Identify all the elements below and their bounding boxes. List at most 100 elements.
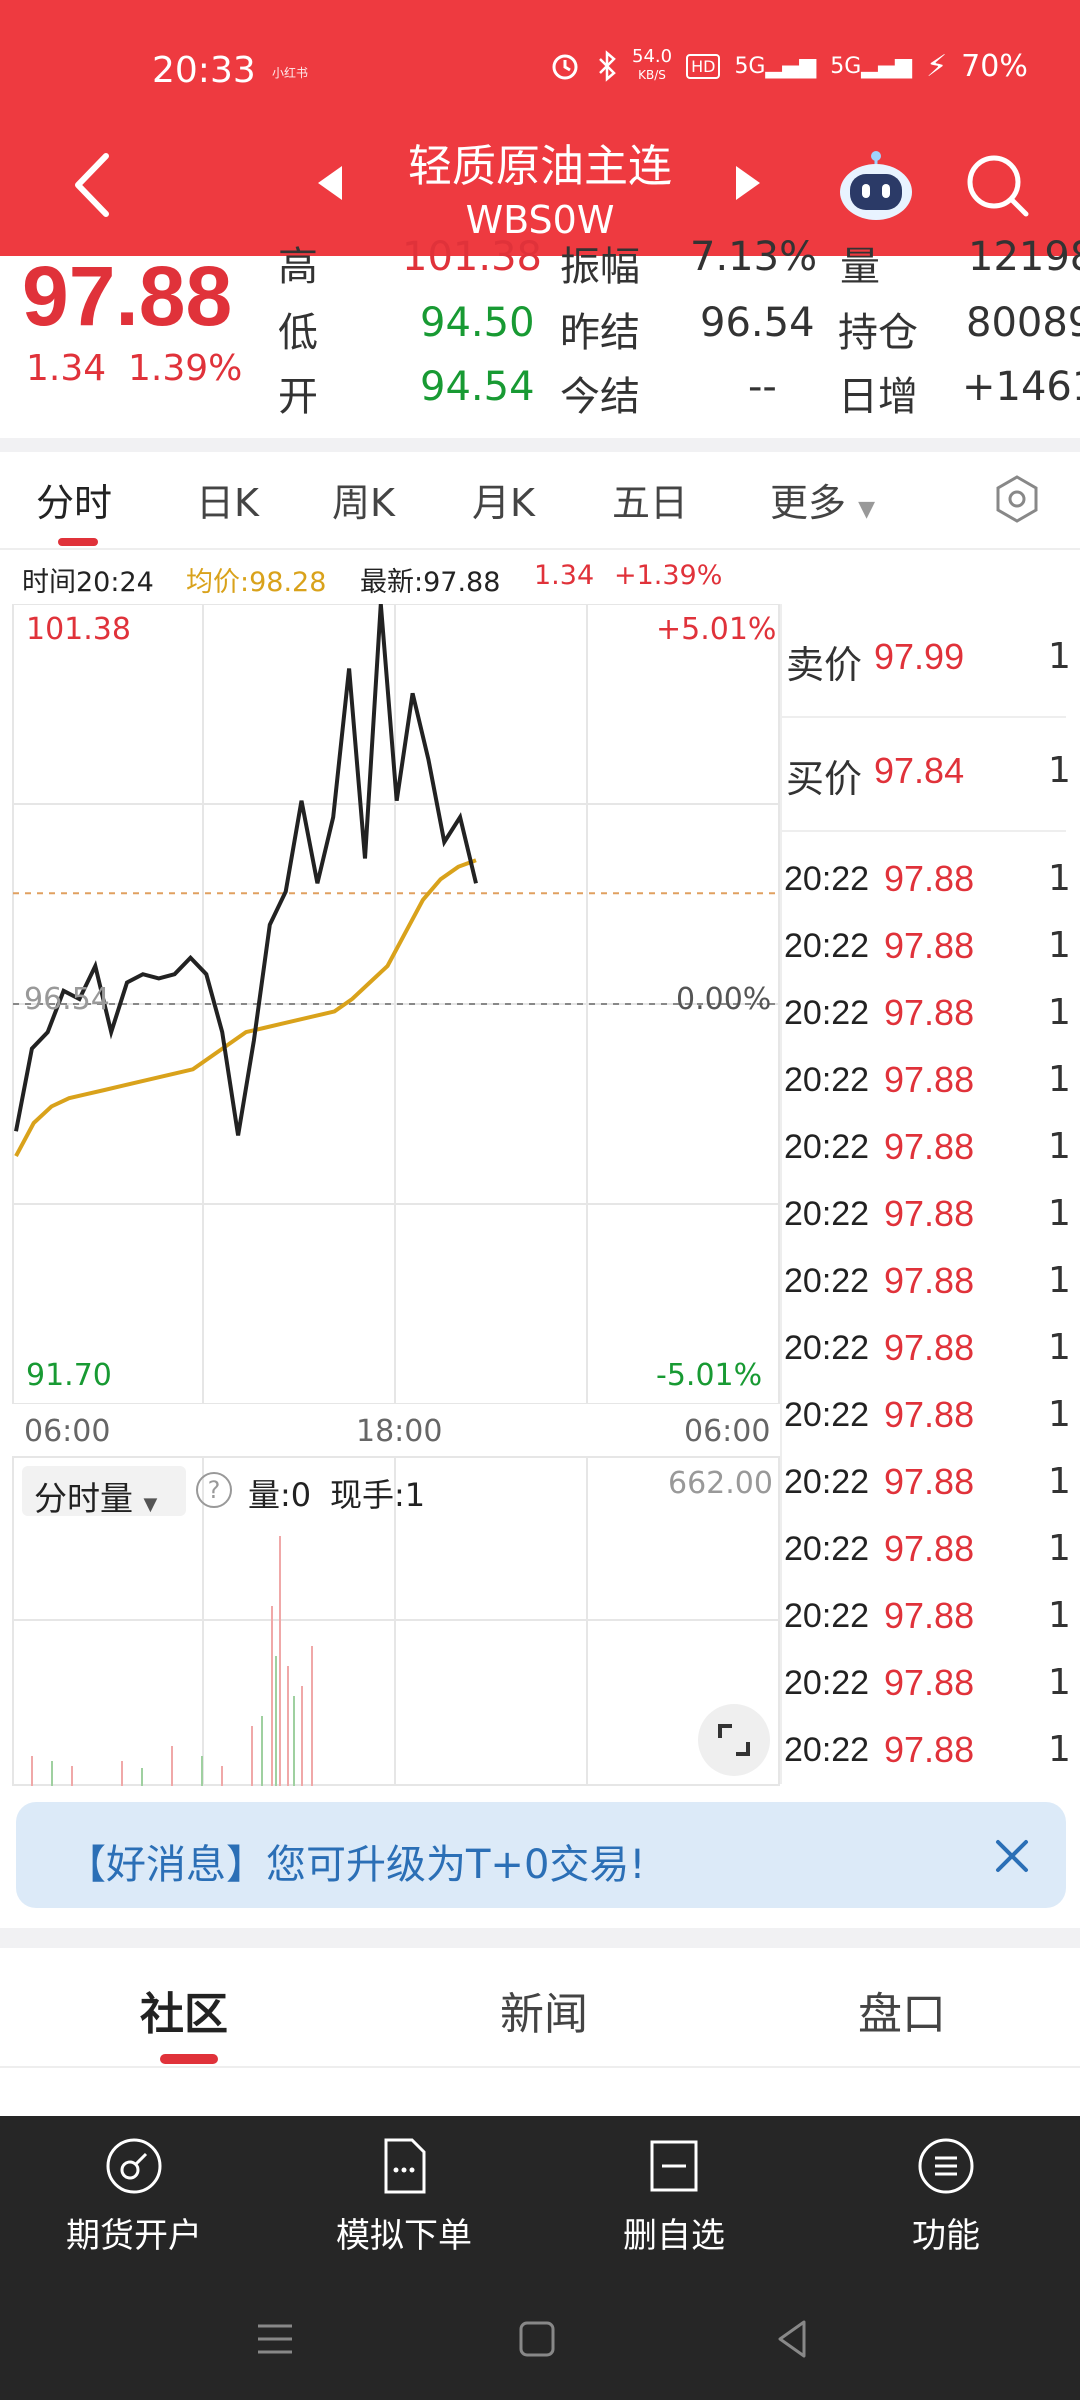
ask-divider [782, 716, 1066, 718]
banner-text: 【好消息】您可升级为T+0交易! [66, 1842, 646, 1888]
tick-volume: 1 [1048, 1193, 1071, 1234]
bid-price: 97.84 [874, 750, 965, 791]
remove-watchlist-button[interactable]: 删自选 [584, 2136, 764, 2257]
tab-active-underline [58, 538, 98, 546]
x-label-start: 06:00 [24, 1414, 111, 1449]
bid-volume: 1 [1048, 750, 1071, 791]
tick-row: 20:22 97.88 1 [784, 1727, 1074, 1783]
settings-icon[interactable] [992, 474, 1042, 524]
tab-more[interactable]: 更多 ▼ [770, 472, 875, 527]
intraday-chart[interactable] [12, 604, 780, 1404]
ask-volume: 1 [1048, 636, 1071, 677]
tick-time: 20:22 [784, 1597, 870, 1635]
close-icon[interactable] [992, 1836, 1032, 1876]
tab-news[interactable]: 新闻 [500, 1978, 588, 2042]
simulated-order-button[interactable]: 模拟下单 [314, 2136, 494, 2257]
help-icon[interactable]: ? [196, 1472, 232, 1508]
back-nav-icon[interactable] [770, 2316, 816, 2362]
fullscreen-button[interactable] [698, 1704, 770, 1776]
signal-5g-1-icon: 5G▂▄▆ [734, 53, 817, 79]
search-icon[interactable] [962, 150, 1032, 220]
menu-circle-icon [918, 2138, 974, 2194]
tick-time: 20:22 [784, 1061, 870, 1099]
functions-button[interactable]: 功能 [856, 2136, 1036, 2257]
tick-price: 97.88 [884, 1595, 975, 1636]
dropdown-icon: ▼ [143, 1494, 158, 1515]
contract-title: 轻质原油主连 [408, 141, 672, 192]
tick-price: 97.88 [884, 1729, 975, 1770]
alarm-icon [552, 54, 578, 80]
tick-volume: 1 [1048, 925, 1071, 966]
futures-account-button[interactable]: 期货开户 [44, 2136, 224, 2257]
more-dropdown-icon: ▼ [858, 497, 876, 522]
home-icon[interactable] [514, 2316, 560, 2362]
price-line [14, 604, 478, 1136]
high-label: 高 [278, 244, 318, 290]
status-time: 20:33 [152, 50, 256, 91]
daily-increase-label: 日增 [838, 374, 918, 420]
high-value: 101.38 [402, 234, 542, 280]
x-label-end: 06:00 [684, 1414, 771, 1449]
tick-volume: 1 [1048, 1126, 1071, 1167]
volume-qty: 量:0 [248, 1476, 312, 1514]
expand-icon [718, 1724, 750, 1756]
futures-account-label: 期货开户 [66, 2216, 202, 2256]
next-contract-button[interactable] [736, 166, 760, 200]
tick-time: 20:22 [784, 1195, 870, 1233]
tick-time: 20:22 [784, 927, 870, 965]
price-change: 1.34 [26, 348, 107, 389]
tab-monthly-k[interactable]: 月K [472, 472, 535, 527]
tab-community[interactable]: 社区 [140, 1978, 228, 2042]
y-min-label: 91.70 [26, 1358, 112, 1393]
tick-row: 20:22 97.88 1 [784, 990, 1074, 1046]
document-icon [384, 2138, 426, 2194]
status-app-tag: 小红书 [272, 66, 309, 80]
tick-price: 97.88 [884, 1126, 975, 1167]
tick-price: 97.88 [884, 1528, 975, 1569]
tick-time: 20:22 [784, 1664, 870, 1702]
low-label: 低 [278, 310, 318, 356]
signal-5g-2-icon: 5G▂▄▆ [830, 53, 913, 79]
battery-level: 70% [961, 48, 1028, 84]
status-icons: 54.0 KB/S HD 5G▂▄▆ 5G▂▄▆ ⚡ 70% [548, 48, 1028, 84]
info-time: 时间20:24 [22, 567, 154, 598]
tick-time: 20:22 [784, 1329, 870, 1367]
tick-time: 20:22 [784, 1128, 870, 1166]
current-hand: 现手:1 [330, 1476, 426, 1514]
charging-icon: ⚡ [926, 48, 948, 84]
tab-intraday[interactable]: 分时 [36, 472, 112, 527]
tab-daily-k[interactable]: 日K [196, 472, 259, 527]
tab-orderbook[interactable]: 盘口 [858, 1978, 946, 2042]
tick-price: 97.88 [884, 1662, 975, 1703]
ask-label: 卖价 [786, 643, 863, 687]
tick-row: 20:22 97.88 1 [784, 1258, 1074, 1314]
tick-row: 20:22 97.88 1 [784, 1526, 1074, 1582]
tick-time: 20:22 [784, 1731, 870, 1769]
today-settle-value: -- [748, 364, 777, 410]
tick-row: 20:22 97.88 1 [784, 923, 1074, 979]
daily-increase-value: +1461 [962, 364, 1080, 410]
simulated-order-label: 模拟下单 [336, 2216, 472, 2256]
compass-icon [106, 2138, 162, 2194]
tab-five-day[interactable]: 五日 [612, 472, 688, 527]
volume-selector[interactable]: 分时量 ▼ [22, 1466, 186, 1518]
prev-settle-value: 96.54 [700, 300, 815, 346]
sub-tab-underline [160, 2054, 218, 2064]
minus-box-icon [650, 2140, 698, 2192]
prev-contract-button[interactable] [318, 166, 342, 200]
tick-price: 97.88 [884, 1059, 975, 1100]
robot-assistant-icon[interactable] [836, 150, 916, 222]
tick-volume: 1 [1048, 1059, 1071, 1100]
volume-label: 量 [840, 244, 880, 290]
price-change-pct: 1.39% [128, 348, 243, 389]
recent-apps-icon[interactable] [252, 2316, 298, 2362]
section-divider-2 [0, 1928, 1080, 1948]
section-divider [0, 438, 1080, 452]
info-latest: 最新:97.88 [360, 567, 501, 598]
tick-row: 20:22 97.88 1 [784, 1459, 1074, 1515]
tick-price: 97.88 [884, 1394, 975, 1435]
tab-weekly-k[interactable]: 周K [332, 472, 395, 527]
open-interest-label: 持仓 [838, 310, 918, 356]
functions-label: 功能 [912, 2216, 980, 2256]
back-arrow-icon[interactable] [70, 150, 114, 220]
